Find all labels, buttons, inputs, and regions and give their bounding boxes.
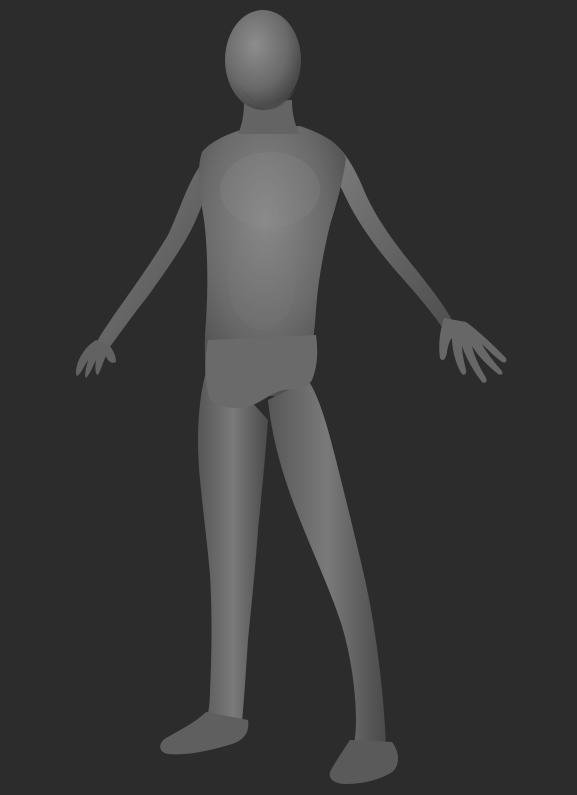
right-leg — [268, 380, 386, 752]
chest-highlight — [220, 152, 320, 228]
right-foot — [329, 740, 398, 784]
right-hand — [439, 318, 507, 383]
sculpt-model[interactable] — [0, 0, 577, 795]
3d-viewport[interactable] — [0, 0, 577, 795]
head — [225, 10, 301, 110]
left-leg — [198, 372, 268, 722]
abdomen-highlight — [228, 230, 296, 330]
left-foot — [160, 712, 249, 755]
right-arm — [326, 140, 452, 330]
left-arm — [96, 160, 212, 352]
